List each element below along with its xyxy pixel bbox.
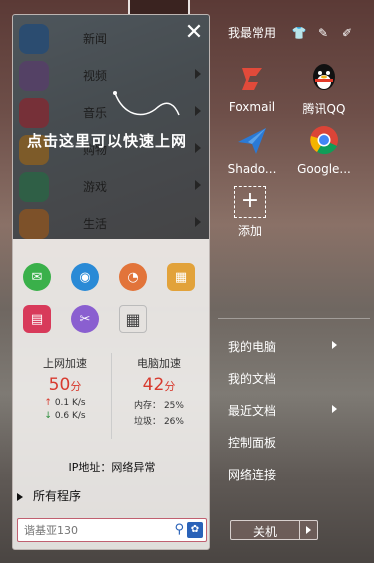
notes-icon[interactable]: ▤ [23,305,51,333]
all-programs-button[interactable]: 所有程序 [17,487,207,505]
stats-divider [111,353,112,439]
app-qq[interactable]: 腾讯QQ [288,60,360,117]
shutdown-options-icon[interactable] [306,526,311,534]
category-list: 新闻 视频 音乐 购物 游戏 生活 [13,15,209,239]
right-panel: 我最常用 👕 ✎ ✐ Foxmail 腾讯QQ Shado... Google...… [214,14,374,550]
all-programs-label: 所有程序 [33,489,82,503]
frequent-header: 我最常用 [228,26,277,40]
download-icon: ↓ [44,411,52,421]
wechat-icon[interactable]: ✉ [23,263,51,291]
net-accelerate[interactable]: 上网加速 50分 ↑ 0.1 K/s ↓ 0.6 K/s [21,349,109,445]
upload-rate: ↑ 0.1 K/s [44,398,86,408]
add-label: 添加 [237,224,262,238]
close-icon[interactable]: ✕ [183,22,205,45]
shutdown-button[interactable]: 关机 [230,520,318,540]
link-control-panel[interactable]: 控制面板 [228,434,276,451]
tip-text: 点击这里可以快速上网 [27,132,188,150]
app-shadowsocks[interactable]: Shado... [216,122,288,176]
header-icons: 👕 ✎ ✐ [284,22,356,41]
add-app-button[interactable]: + 添加 [214,186,286,239]
shutdown-label: 关机 [252,525,277,539]
app-chrome[interactable]: Google... [288,122,360,176]
chevron-right-icon [332,341,337,349]
search-box: ⚲ ✿ [17,518,207,542]
eraser-icon[interactable]: ✐ [338,26,356,40]
upload-icon: ↑ [44,398,52,408]
download-rate: ↓ 0.6 K/s [44,411,86,421]
shadowsocks-icon [234,122,270,158]
pc-accelerate[interactable]: 电脑加速 42分 内存： 25% 垃圾： 26% [115,349,203,445]
divider [218,318,370,319]
app-foxmail[interactable]: Foxmail [216,60,288,114]
pin-icon[interactable]: ✎ [314,26,332,40]
tip-arrow-icon [113,91,180,116]
plus-icon: + [234,186,266,218]
app-label: Foxmail [228,100,276,114]
link-recent-documents[interactable]: 最近文档 [228,402,337,419]
junk-usage: 垃圾： 26% [134,417,184,427]
calculator-icon[interactable]: ▦ [167,263,195,291]
memory-usage: 内存： 25% [134,401,184,411]
app-label: 腾讯QQ [302,102,346,116]
speed-icon[interactable]: ◔ [119,263,147,291]
link-network[interactable]: 网络连接 [228,466,276,483]
tip-overlay[interactable] [13,15,209,239]
wifi-icon[interactable]: ◉ [71,263,99,291]
scissors-icon[interactable]: ✂ [71,305,99,333]
pc-title: 电脑加速 [137,357,181,370]
chrome-icon [306,122,342,158]
app-label: Google... [297,162,351,176]
chevron-right-icon [332,405,337,413]
start-menu-panel: 新闻 视频 音乐 购物 游戏 生活 [12,14,210,550]
ip-address: IP地址：网络异常 [68,461,156,474]
foxmail-icon [234,60,270,96]
divider [299,521,300,539]
shirt-icon[interactable]: 👕 [290,26,308,40]
net-score: 50分 [48,375,82,395]
search-input[interactable] [24,521,174,539]
baidu-icon[interactable]: ✿ [187,522,203,538]
grid-icon[interactable]: ▦ [119,305,147,333]
speed-stats: 上网加速 50分 ↑ 0.1 K/s ↓ 0.6 K/s 电脑加速 42分 内存… [21,349,203,445]
qq-icon [306,60,342,96]
pc-score: 42分 [142,375,176,395]
net-title: 上网加速 [43,357,87,370]
link-my-computer[interactable]: 我的电脑 [228,338,337,355]
link-my-documents[interactable]: 我的文档 [228,370,276,387]
search-icon[interactable]: ⚲ [174,522,184,537]
arrow-right-icon [17,492,23,501]
app-label: Shado... [227,162,277,176]
